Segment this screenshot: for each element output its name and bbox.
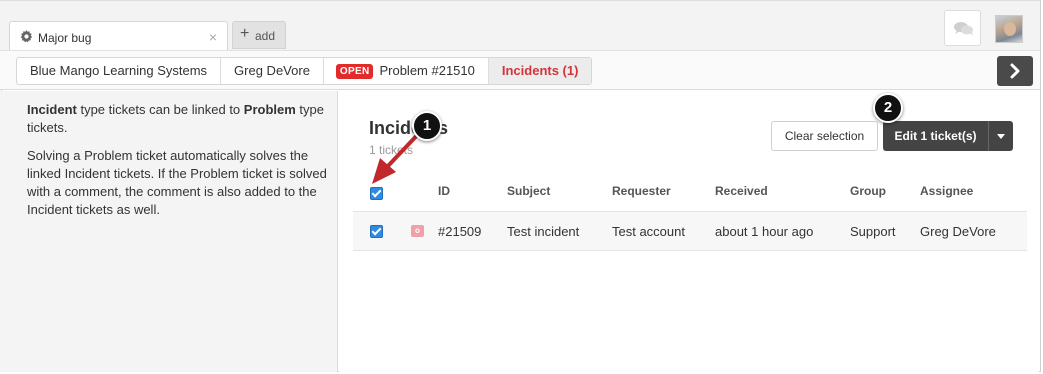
column-received[interactable]: Received	[715, 184, 768, 198]
annotation-badge-1: 1	[412, 111, 442, 141]
status-badge: OPEN	[335, 64, 374, 79]
close-icon[interactable]: ×	[209, 29, 217, 45]
breadcrumb-requester[interactable]: Greg DeVore	[221, 58, 324, 84]
tab-major-bug[interactable]: Major bug ×	[9, 21, 228, 52]
breadcrumb-organization[interactable]: Blue Mango Learning Systems	[17, 58, 222, 84]
breadcrumb: Blue Mango Learning Systems Greg DeVore …	[16, 57, 593, 85]
tab-strip: Major bug × + add	[0, 0, 1040, 52]
next-button[interactable]	[997, 56, 1033, 86]
problem-label: Problem #21510	[379, 63, 475, 78]
breadcrumb-problem[interactable]: OPEN Problem #21510	[324, 58, 489, 84]
ticket-id[interactable]: #21509	[438, 224, 481, 239]
chat-bubbles-icon	[954, 22, 973, 36]
sidebar-term-problem: Problem	[243, 102, 296, 117]
table-row[interactable]: o #21509 Test incident Test account abou…	[353, 212, 1027, 251]
column-assignee[interactable]: Assignee	[920, 184, 973, 198]
avatar[interactable]	[995, 15, 1023, 43]
chat-button[interactable]	[944, 10, 981, 46]
avatar-face	[1004, 22, 1016, 36]
column-subject[interactable]: Subject	[507, 184, 550, 198]
ticket-received: about 1 hour ago	[715, 224, 814, 239]
incident-icon: o	[411, 225, 424, 237]
sidebar-term-incident: Incident	[27, 102, 77, 117]
ticket-assignee: Greg DeVore	[920, 224, 996, 239]
tab-title: Major bug	[38, 31, 92, 45]
caret-down-icon	[997, 134, 1005, 139]
info-sidebar: Incident type tickets can be linked to P…	[0, 91, 338, 372]
sidebar-text: type tickets can be linked to	[76, 102, 244, 117]
breadcrumb-bar: Blue Mango Learning Systems Greg DeVore …	[0, 50, 1040, 90]
chevron-right-icon	[1010, 63, 1020, 79]
table-header: ID Subject Requester Received Group Assi…	[353, 176, 1027, 212]
column-group[interactable]: Group	[850, 184, 886, 198]
row-checkbox[interactable]	[370, 225, 383, 238]
add-tab-button[interactable]: + add	[232, 21, 286, 49]
incidents-panel: Incidents 1 tickets Clear selection Edit…	[339, 91, 1039, 372]
ticket-requester: Test account	[612, 224, 685, 239]
sidebar-intro: Incident type tickets can be linked to P…	[27, 101, 327, 137]
clear-selection-button[interactable]: Clear selection	[771, 121, 878, 151]
column-requester[interactable]: Requester	[612, 184, 671, 198]
sidebar-description: Solving a Problem ticket automatically s…	[27, 148, 327, 217]
edit-options-dropdown[interactable]	[988, 121, 1013, 151]
annotation-badge-2: 2	[873, 93, 903, 123]
gear-icon	[20, 30, 33, 43]
ticket-subject[interactable]: Test incident	[507, 224, 579, 239]
plus-icon: +	[240, 25, 250, 42]
add-tab-label: add	[255, 29, 276, 43]
ticket-group: Support	[850, 224, 896, 239]
breadcrumb-incidents[interactable]: Incidents (1)	[488, 58, 592, 84]
edit-tickets-button[interactable]: Edit 1 ticket(s)	[883, 121, 988, 151]
